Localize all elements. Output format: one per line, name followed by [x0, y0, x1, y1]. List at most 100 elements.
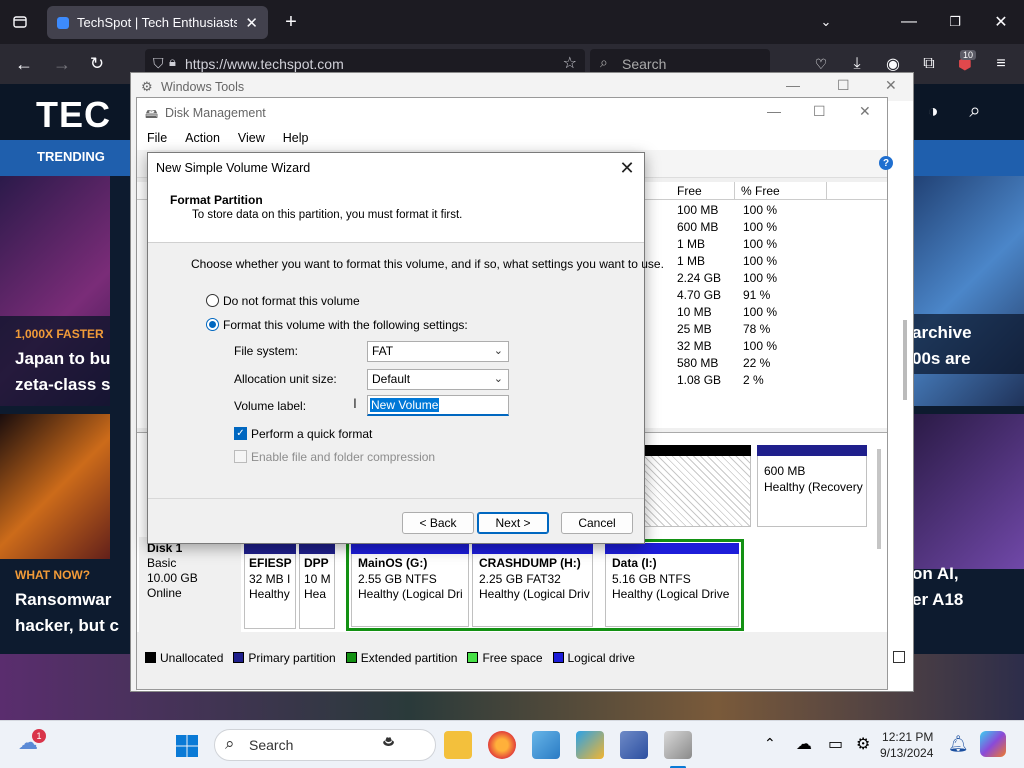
site-logo[interactable]: TEC [36, 94, 111, 136]
file-explorer-icon[interactable] [444, 731, 472, 759]
extensions-badge: 10 [960, 50, 977, 60]
cell-free: 1.08 GB [677, 373, 722, 387]
minimize-icon[interactable]: — [898, 11, 920, 33]
restore-icon[interactable]: ❐ [944, 11, 966, 33]
trending-label[interactable]: TRENDING [37, 149, 105, 164]
dark-mode-icon[interactable]: ◑ [922, 100, 944, 122]
microsoft-store-icon[interactable] [576, 731, 604, 759]
cell-free: 1 MB [677, 237, 706, 251]
search-highlight-icon: 🎩︎ [383, 732, 395, 752]
tab-list-icon[interactable] [8, 11, 32, 33]
recovery-partition[interactable]: 600 MB Healthy (Recovery [757, 445, 867, 527]
wizard-instruction: Choose whether you want to format this v… [191, 257, 664, 271]
disk-management-titlebar: 🖴︎ Disk Management — ☐ ✕ [137, 98, 887, 126]
radio-format-volume[interactable] [206, 318, 219, 331]
chevron-down-icon[interactable]: ⌄ [815, 11, 837, 33]
cell-pct: 100 % [743, 203, 778, 217]
radio-do-not-format-label[interactable]: Do not format this volume [223, 294, 360, 308]
file-system-select[interactable]: FAT ⌄ [367, 341, 509, 362]
graph-scrollbar[interactable] [877, 449, 881, 549]
next-button[interactable]: Next > [477, 512, 549, 534]
partition-data[interactable]: Data (I:) 5.16 GB NTFS Healthy (Logical … [605, 543, 739, 627]
close-window-icon[interactable]: ✕ [990, 11, 1012, 33]
browser-tab-techspot[interactable]: TechSpot | Tech Enthusiasts, Po ✕ [47, 6, 268, 39]
column-free-space[interactable]: Free Spa... [671, 182, 735, 216]
article-image[interactable] [910, 414, 1024, 569]
url-text: https://www.techspot.com [185, 56, 344, 72]
maximize-icon[interactable]: ☐ [837, 77, 850, 94]
article-title[interactable]: zeta-class s [15, 372, 110, 398]
reload-icon[interactable]: ↻ [85, 53, 109, 75]
clock-date: 9/13/2024 [880, 746, 934, 760]
partition-mainos[interactable]: MainOS (G:) 2.55 GB NTFS Healthy (Logica… [351, 543, 469, 627]
back-arrow-icon[interactable]: ← [12, 53, 36, 75]
menu-action[interactable]: Action [185, 131, 220, 145]
settings-icon[interactable]: ⚙ [856, 734, 870, 754]
close-icon[interactable]: ✕ [885, 77, 897, 94]
article-title[interactable]: hacker, but c [15, 613, 119, 639]
article-title[interactable]: archive [912, 320, 972, 346]
article-title[interactable]: Ransomwar [15, 587, 111, 613]
menu-help[interactable]: Help [283, 131, 309, 145]
cell-free: 580 MB [677, 356, 719, 370]
partition-dpp[interactable]: DPP 10 M Hea [299, 543, 335, 631]
partition-crashdump[interactable]: CRASHDUMP (H:) 2.25 GB FAT32 Healthy (Lo… [472, 543, 593, 627]
cell-pct: 100 % [743, 254, 778, 268]
radio-format-volume-label[interactable]: Format this volume with the following se… [223, 318, 468, 332]
column-percent-free[interactable]: % Free [735, 182, 827, 200]
disk1-info[interactable]: Disk 1 Basic 10.00 GB Online [139, 537, 241, 633]
menu-view[interactable]: View [238, 131, 265, 145]
article-title[interactable]: 00s are [912, 346, 971, 372]
vertical-scrollbar[interactable] [903, 320, 907, 400]
hamburger-menu-icon[interactable]: ≡ [990, 53, 1012, 75]
minimize-icon[interactable]: — [767, 103, 781, 119]
computer-management-icon[interactable] [620, 731, 648, 759]
allocation-unit-select[interactable]: Default ⌄ [367, 369, 509, 390]
partition-efiesp[interactable]: EFIESP 32 MB I Healthy [244, 543, 296, 631]
firefox-icon[interactable] [488, 731, 516, 759]
back-button[interactable]: < Back [402, 512, 474, 534]
menu-file[interactable]: File [147, 131, 167, 145]
taskbar-search-box[interactable]: ⌕ Search 🎩︎ [214, 729, 436, 761]
close-tab-icon[interactable]: ✕ [245, 14, 258, 32]
unallocated-partition[interactable] [643, 445, 751, 527]
help-icon[interactable]: ? [879, 156, 893, 170]
compression-checkbox[interactable] [234, 450, 247, 463]
taskbar-clock[interactable]: 12:21 PM 9/13/2024 [880, 729, 933, 761]
legend: Unallocated Primary partition Extended p… [137, 648, 905, 668]
article-title[interactable]: er A18 [912, 587, 963, 613]
maximize-icon[interactable]: ☐ [813, 103, 826, 120]
network-icon[interactable]: ☁ [796, 734, 812, 754]
cell-pct: 78 % [743, 322, 771, 336]
article-title[interactable]: Japan to bu [15, 346, 110, 372]
partition-status: Healthy (Recovery [764, 479, 863, 494]
chevron-up-icon[interactable]: ⌃ [764, 735, 776, 752]
close-icon[interactable]: ✕ [614, 156, 640, 180]
bookmark-star-icon[interactable]: ☆ [563, 53, 577, 73]
disk-management-taskbar-icon[interactable] [664, 731, 692, 759]
extensions-icon[interactable]: ⧉ [918, 53, 940, 75]
control-panel-icon[interactable] [532, 731, 560, 759]
new-tab-icon[interactable]: + [280, 10, 302, 34]
article-title[interactable]: on AI, [912, 561, 959, 587]
site-search-icon[interactable]: ⌕ [964, 100, 986, 122]
radio-do-not-format[interactable] [206, 294, 219, 307]
article-image[interactable] [0, 414, 110, 569]
forward-arrow-icon[interactable]: → [50, 53, 74, 75]
cell-free: 25 MB [677, 322, 712, 336]
quick-format-checkbox[interactable]: ✓ [234, 427, 247, 440]
file-system-value: FAT [372, 344, 394, 358]
copilot-icon[interactable] [980, 731, 1006, 757]
display-icon[interactable]: ▭ [828, 734, 843, 754]
close-icon[interactable]: ✕ [859, 103, 871, 120]
volume-label-input[interactable]: New Volume [367, 395, 509, 416]
minimize-icon[interactable]: — [786, 77, 800, 93]
compression-label[interactable]: Enable file and folder compression [251, 450, 435, 464]
cell-free: 32 MB [677, 339, 712, 353]
resize-grip-icon[interactable] [893, 651, 905, 663]
cancel-button[interactable]: Cancel [561, 512, 633, 534]
notification-bell-icon[interactable]: 🔔︎ [948, 734, 968, 754]
shield-icon[interactable]: ⛉ [153, 55, 164, 72]
start-windows-icon[interactable] [175, 734, 199, 758]
quick-format-label[interactable]: Perform a quick format [251, 427, 372, 441]
